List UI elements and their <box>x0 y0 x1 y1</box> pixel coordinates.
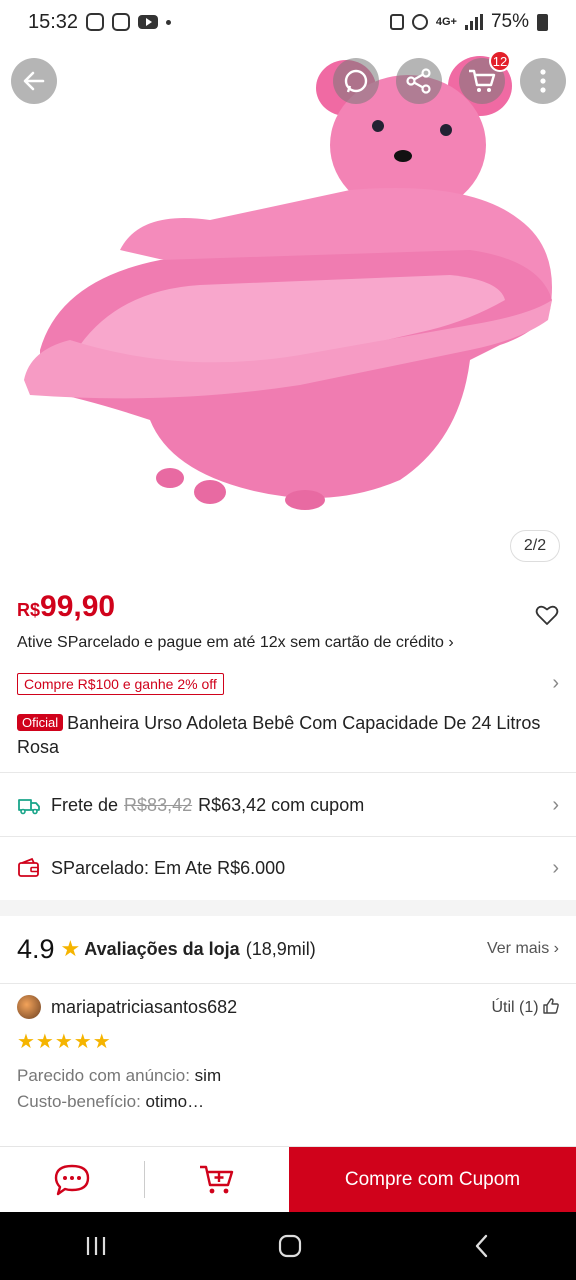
heart-icon[interactable] <box>535 604 559 626</box>
back-icon[interactable] <box>472 1234 492 1258</box>
price-currency: R$ <box>17 600 41 620</box>
star-icon: ★ <box>60 936 81 961</box>
battery-icon <box>537 13 548 31</box>
attribute-label: Custo-benefício: <box>17 1092 141 1111</box>
add-to-cart-icon <box>200 1165 234 1193</box>
see-more-link[interactable]: Ver mais › <box>487 940 559 958</box>
helpful-button[interactable]: Útil (1) <box>491 997 559 1017</box>
whatsapp-icon <box>344 69 368 93</box>
network-type: 4G+ <box>435 16 457 28</box>
attribute-value: sim <box>194 1066 222 1085</box>
back-arrow-icon <box>23 71 45 91</box>
installment-link[interactable]: Ative SParcelado e pague em até 12x sem … <box>17 634 559 652</box>
rating-score: 4.9 <box>17 933 55 964</box>
image-page-indicator: 2/2 <box>510 530 560 562</box>
thumbs-up-icon <box>543 997 559 1014</box>
back-button[interactable] <box>11 58 57 104</box>
truck-icon <box>18 799 40 815</box>
recent-apps-icon[interactable] <box>84 1235 108 1257</box>
chat-button[interactable] <box>0 1147 144 1212</box>
attribute-value: otimo… <box>145 1092 205 1111</box>
price-value: 99,90 <box>40 590 116 623</box>
notification-dot-icon <box>166 19 172 25</box>
review-username: mariapatriciasantos682 <box>51 996 238 1017</box>
more-vertical-icon <box>540 69 546 93</box>
lock-icon <box>389 14 404 30</box>
review-card: mariapatriciasantos682 Útil (1) ★★★★★ Pa… <box>17 995 559 1112</box>
review-attribute: Parecido com anúncio: sim <box>17 1066 559 1086</box>
chevron-right-icon: › <box>552 793 559 816</box>
add-to-cart-button[interactable] <box>145 1147 289 1212</box>
sparcelado-text: SParcelado: Em Ate R$6.000 <box>51 857 286 878</box>
status-bar: 15:32 4G+ 75% <box>0 0 576 44</box>
instagram-icon <box>112 13 131 31</box>
product-title: Oficial Banheira Urso Adoleta Bebê Com Ca… <box>17 711 559 759</box>
cart-count-badge: 12 <box>489 50 511 72</box>
product-price: R$99,90 <box>17 590 559 624</box>
youtube-icon <box>138 15 159 29</box>
review-attribute: Custo-benefício: otimo… <box>17 1092 559 1112</box>
instagram-icon <box>86 13 105 31</box>
whatsapp-share-button[interactable] <box>333 58 379 104</box>
helpful-label: Útil (1) <box>491 998 539 1016</box>
price-section: R$99,90 Ative SParcelado e pague em até … <box>17 590 559 759</box>
buy-with-coupon-button[interactable]: Compre com Cupom <box>289 1147 576 1212</box>
avatar <box>17 995 41 1019</box>
coupon-tag[interactable]: Compre R$100 e ganhe 2% off <box>17 672 224 695</box>
system-navigation-bar <box>0 1212 576 1280</box>
divider <box>0 772 576 773</box>
wallet-icon <box>18 857 39 877</box>
shipping-new-price: R$63,42 com cupom <box>198 794 365 815</box>
more-options-button[interactable] <box>520 58 566 104</box>
rating-count: (18,9mil) <box>245 938 316 959</box>
shipping-row[interactable]: Frete de R$83,42 R$63,42 com cupom › <box>17 774 559 836</box>
store-rating-row: 4.9 ★ Avaliações da loja (18,9mil) Ver m… <box>17 918 559 980</box>
home-icon[interactable] <box>277 1233 303 1259</box>
chevron-right-icon: › <box>552 672 559 694</box>
clock: 15:32 <box>28 10 79 33</box>
chat-icon <box>54 1164 90 1195</box>
sparcelado-row[interactable]: SParcelado: Em Ate R$6.000 › <box>17 837 559 899</box>
product-title-text: Banheira Urso Adoleta Bebê Com Capacidad… <box>17 713 541 757</box>
signal-icon <box>464 14 483 30</box>
battery-level: 75% <box>490 11 529 32</box>
section-gap <box>0 900 576 916</box>
official-badge: Oficial <box>17 714 64 731</box>
share-icon <box>406 68 431 94</box>
cart-icon <box>469 69 496 92</box>
review-stars: ★★★★★ <box>17 1031 112 1053</box>
cart-button[interactable]: 12 <box>459 50 511 104</box>
divider <box>0 983 576 984</box>
product-image-gallery[interactable]: 12 2/2 <box>0 0 576 580</box>
rating-label: Avaliações da loja <box>84 938 240 959</box>
chevron-right-icon: › <box>552 856 559 879</box>
attribute-label: Parecido com anúncio: <box>17 1066 190 1085</box>
coupon-row[interactable]: Compre R$100 e ganhe 2% off › <box>17 672 559 695</box>
bottom-action-bar: Compre com Cupom <box>0 1146 576 1212</box>
shipping-label: Frete de <box>51 794 119 815</box>
shipping-old-price: R$83,42 <box>124 794 193 815</box>
share-button[interactable] <box>396 58 442 104</box>
alarm-icon <box>411 14 428 30</box>
